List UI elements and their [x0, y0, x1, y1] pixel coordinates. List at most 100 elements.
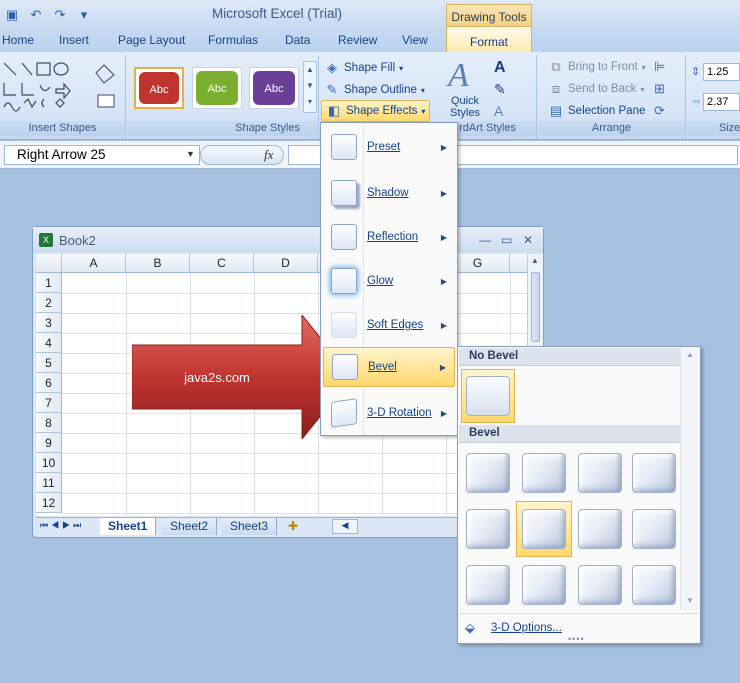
- sheet-tab-2[interactable]: Sheet2: [162, 518, 218, 535]
- selection-pane-button[interactable]: ▤ Selection Pane: [548, 103, 646, 119]
- tab-page-layout[interactable]: Page Layout: [118, 33, 185, 47]
- undo-icon[interactable]: ↶: [28, 7, 44, 23]
- row-header[interactable]: 9: [36, 433, 62, 453]
- name-box-dropdown-icon[interactable]: ▼: [186, 149, 195, 159]
- style-swatch-purple[interactable]: Abc: [249, 67, 299, 109]
- column-header[interactable]: B: [126, 254, 190, 273]
- redo-icon[interactable]: ↷: [52, 7, 68, 23]
- bevel-option-none[interactable]: [461, 369, 515, 423]
- shape-outline-button[interactable]: ✎ Shape Outline ▾: [324, 82, 425, 98]
- menu-item-bevel[interactable]: Bevel ▶: [323, 347, 455, 387]
- resize-grip-icon[interactable]: ••••: [568, 634, 585, 644]
- width-icon: ⇔: [691, 95, 702, 107]
- menu-item-preset[interactable]: Preset ▶: [323, 127, 455, 167]
- menu-item-reflection[interactable]: Reflection ▶: [323, 217, 455, 257]
- bevel-option[interactable]: [628, 447, 680, 499]
- style-swatch-green[interactable]: Abc: [192, 67, 242, 109]
- chevron-right-icon: ▶: [439, 362, 446, 372]
- shape-height-input[interactable]: 1.25: [703, 63, 740, 81]
- row-header[interactable]: 10: [36, 453, 62, 473]
- tab-formulas[interactable]: Formulas: [208, 33, 258, 47]
- row-header[interactable]: 5: [36, 353, 62, 373]
- group-icon[interactable]: ⊞: [654, 81, 665, 97]
- row-header[interactable]: 3: [36, 313, 62, 333]
- column-header[interactable]: A: [62, 254, 126, 273]
- name-box[interactable]: Right Arrow 25: [4, 145, 200, 165]
- rotate-icon[interactable]: ⟳: [654, 103, 665, 119]
- minimize-icon[interactable]: —: [479, 233, 491, 247]
- sheet-tab-3[interactable]: Sheet3: [222, 518, 278, 535]
- bevel-option[interactable]: [574, 559, 626, 611]
- insert-sheet-icon[interactable]: ✚: [288, 519, 298, 533]
- send-to-back-button[interactable]: ⧈ Send to Back ▾: [548, 81, 645, 97]
- bevel-option[interactable]: [462, 447, 514, 499]
- select-all-corner[interactable]: [36, 254, 62, 273]
- tab-data[interactable]: Data: [285, 33, 310, 47]
- tab-home[interactable]: Home: [2, 33, 34, 47]
- tab-insert[interactable]: Insert: [59, 33, 89, 47]
- customize-qat-icon[interactable]: ▾: [76, 7, 92, 23]
- row-header[interactable]: 11: [36, 473, 62, 493]
- row-header[interactable]: 1: [36, 273, 62, 293]
- edit-shape-icon[interactable]: [94, 63, 118, 113]
- row-header[interactable]: 2: [36, 293, 62, 313]
- row-header[interactable]: 6: [36, 373, 62, 393]
- scroll-down-icon[interactable]: ▼: [686, 596, 694, 605]
- text-fill-icon[interactable]: A: [494, 59, 506, 77]
- shapes-gallery[interactable]: [2, 59, 88, 113]
- bevel-option[interactable]: [574, 447, 626, 499]
- title-bar: ▣ ↶ ↷ ▾ Microsoft Excel (Trial): [0, 0, 740, 30]
- shape-width-input[interactable]: 2.37: [703, 93, 740, 111]
- scroll-up-icon[interactable]: ▲: [686, 350, 694, 359]
- close-icon[interactable]: ✕: [523, 233, 533, 247]
- column-header[interactable]: C: [190, 254, 254, 273]
- gridline: [62, 293, 542, 294]
- shape-effects-button[interactable]: ◧ Shape Effects ▾: [321, 100, 431, 122]
- menu-item-glow[interactable]: Glow ▶: [323, 261, 455, 301]
- save-icon[interactable]: ▣: [4, 7, 20, 23]
- row-header[interactable]: 7: [36, 393, 62, 413]
- bevel-option-selected[interactable]: [516, 501, 572, 557]
- menu-item-3d-rotation[interactable]: 3-D Rotation ▶: [323, 393, 455, 433]
- bevel-option[interactable]: [518, 447, 570, 499]
- row-header[interactable]: 4: [36, 333, 62, 353]
- scroll-thumb[interactable]: [531, 272, 540, 342]
- bevel-gallery-scrollbar[interactable]: ▲ ▼: [680, 348, 700, 610]
- bevel-option[interactable]: [518, 559, 570, 611]
- tab-view[interactable]: View: [402, 33, 428, 47]
- bevel-option[interactable]: [628, 559, 680, 611]
- style-swatch-red[interactable]: Abc: [134, 67, 184, 109]
- quick-styles-icon[interactable]: A: [448, 57, 469, 95]
- shape-fill-button[interactable]: ◈ Shape Fill ▾: [324, 60, 403, 76]
- bevel-option[interactable]: [462, 559, 514, 611]
- bevel-option[interactable]: [462, 503, 514, 555]
- bevel-option[interactable]: [628, 503, 680, 555]
- sheet-tab-1[interactable]: Sheet1: [100, 518, 157, 535]
- quick-styles-button[interactable]: Quick Styles: [442, 95, 488, 119]
- bevel-swatch-icon: [522, 453, 566, 493]
- row-header[interactable]: 8: [36, 413, 62, 433]
- insert-function-icon[interactable]: fx: [264, 147, 273, 163]
- menu-item-shadow[interactable]: Shadow ▶: [323, 173, 455, 213]
- bring-to-front-button[interactable]: ⧉ Bring to Front ▾: [548, 59, 645, 75]
- sheet-nav-icons[interactable]: ⏮◀▶⏭: [40, 520, 84, 531]
- chevron-right-icon: ▶: [440, 188, 447, 198]
- restore-icon[interactable]: ▭: [501, 233, 512, 247]
- bevel-option[interactable]: [574, 503, 626, 555]
- align-icon[interactable]: ⊫: [654, 59, 665, 75]
- preset-thumbnail-icon: [331, 134, 357, 160]
- column-header[interactable]: D: [254, 254, 318, 273]
- menu-item-soft-edges[interactable]: Soft Edges ▶: [323, 305, 455, 345]
- text-outline-icon[interactable]: ✎: [494, 81, 506, 98]
- menu-item-label: Reflection: [367, 231, 419, 243]
- chevron-right-icon: ▶: [440, 408, 447, 418]
- text-effects-icon[interactable]: A: [494, 103, 503, 119]
- tab-format[interactable]: Format: [446, 26, 532, 52]
- size-group: ⇕ 1.25 ⇔ 2.37 Size: [687, 55, 740, 139]
- scroll-up-icon[interactable]: ▲: [531, 256, 539, 265]
- row-header[interactable]: 12: [36, 493, 62, 513]
- tab-review[interactable]: Review: [338, 33, 377, 47]
- bevel-swatch-icon: [522, 509, 566, 549]
- horizontal-scroll-left[interactable]: ◀: [332, 519, 358, 534]
- styles-gallery-scroll[interactable]: ▲ ▼ ▾: [303, 61, 317, 113]
